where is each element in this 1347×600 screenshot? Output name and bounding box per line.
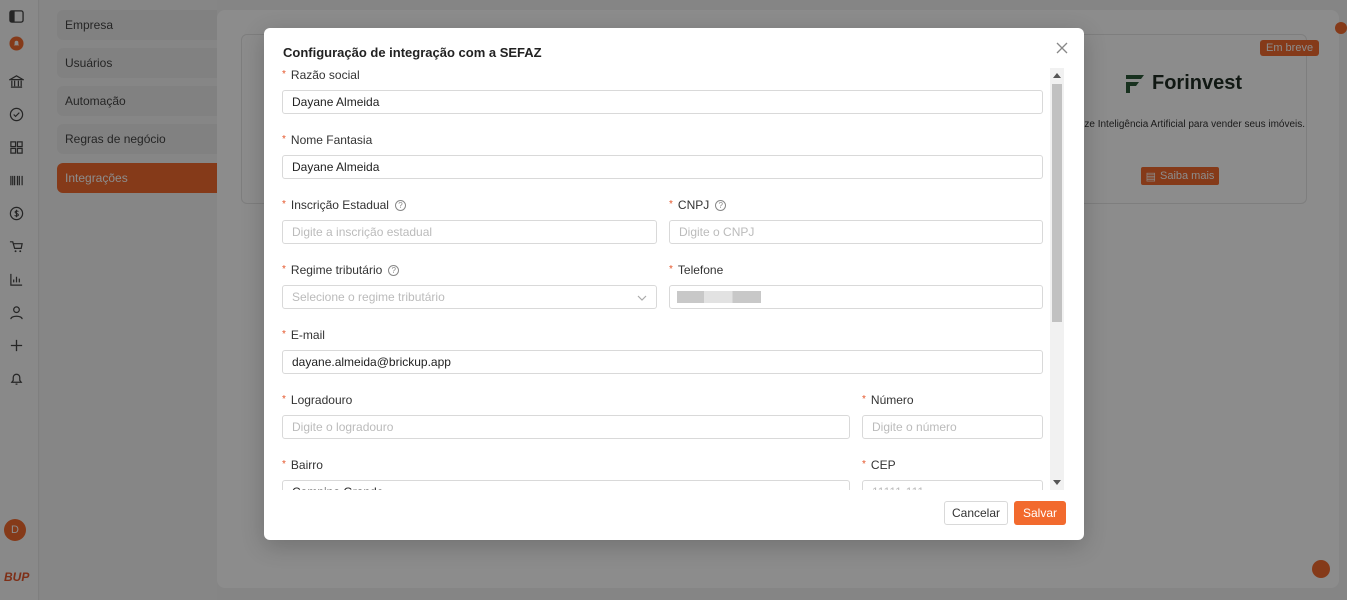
field-telefone: * Telefone bbox=[669, 263, 1043, 309]
field-bairro: * Bairro Campina Grande bbox=[282, 458, 850, 490]
chevron-down-icon bbox=[637, 290, 647, 304]
field-email: * E-mail dayane.almeida@brickup.app bbox=[282, 328, 1043, 374]
nome-fantasia-input[interactable]: Dayane Almeida bbox=[282, 155, 1043, 179]
scroll-up-icon[interactable] bbox=[1053, 73, 1061, 78]
form-scroll-area: * Razão social Dayane Almeida * Nome Fanta… bbox=[282, 68, 1066, 490]
label: Regime tributário bbox=[290, 263, 383, 277]
label: Razão social bbox=[290, 68, 360, 82]
label: Logradouro bbox=[290, 393, 353, 407]
save-button[interactable]: Salvar bbox=[1014, 501, 1066, 525]
scroll-thumb[interactable] bbox=[1052, 84, 1062, 322]
label: Número bbox=[870, 393, 914, 407]
label: Inscrição Estadual bbox=[290, 198, 389, 212]
regime-tributario-select[interactable]: Selecione o regime tributário bbox=[282, 285, 657, 309]
logradouro-input[interactable]: Digite o logradouro bbox=[282, 415, 850, 439]
field-cnpj: * CNPJ? Digite o CNPJ bbox=[669, 198, 1043, 244]
close-icon[interactable] bbox=[1054, 40, 1070, 56]
email-input[interactable]: dayane.almeida@brickup.app bbox=[282, 350, 1043, 374]
label: Nome Fantasia bbox=[290, 133, 373, 147]
telefone-input[interactable] bbox=[669, 285, 1043, 309]
label: CNPJ bbox=[677, 198, 710, 212]
cep-input[interactable]: 11111-111 bbox=[862, 480, 1043, 490]
label: E-mail bbox=[290, 328, 325, 342]
redacted-value bbox=[677, 291, 761, 303]
field-razao-social: * Razão social Dayane Almeida bbox=[282, 68, 1043, 114]
scroll-down-icon[interactable] bbox=[1053, 480, 1061, 485]
field-logradouro: * Logradouro Digite o logradouro bbox=[282, 393, 850, 439]
field-numero: * Número Digite o número bbox=[862, 393, 1043, 439]
label: Telefone bbox=[677, 263, 724, 277]
required-marker: * bbox=[282, 394, 286, 405]
modal-title: Configuração de integração com a SEFAZ bbox=[283, 45, 542, 60]
required-marker: * bbox=[282, 69, 286, 80]
required-marker: * bbox=[669, 199, 673, 210]
label: CEP bbox=[870, 458, 896, 472]
required-marker: * bbox=[282, 264, 286, 275]
help-icon[interactable]: ? bbox=[394, 199, 406, 211]
field-inscricao-estadual: * Inscrição Estadual? Digite a inscrição … bbox=[282, 198, 657, 244]
razao-social-input[interactable]: Dayane Almeida bbox=[282, 90, 1043, 114]
required-marker: * bbox=[282, 459, 286, 470]
label: Bairro bbox=[290, 458, 323, 472]
numero-input[interactable]: Digite o número bbox=[862, 415, 1043, 439]
form-scrollbar[interactable] bbox=[1050, 68, 1064, 490]
sefaz-integration-modal: Configuração de integração com a SEFAZ *… bbox=[264, 28, 1084, 540]
cnpj-input[interactable]: Digite o CNPJ bbox=[669, 220, 1043, 244]
required-marker: * bbox=[282, 199, 286, 210]
required-marker: * bbox=[282, 134, 286, 145]
required-marker: * bbox=[669, 264, 673, 275]
bairro-input[interactable]: Campina Grande bbox=[282, 480, 850, 490]
inscricao-estadual-input[interactable]: Digite a inscrição estadual bbox=[282, 220, 657, 244]
field-cep: * CEP 11111-111 bbox=[862, 458, 1043, 490]
field-nome-fantasia: * Nome Fantasia Dayane Almeida bbox=[282, 133, 1043, 179]
help-icon[interactable]: ? bbox=[715, 199, 727, 211]
field-regime-tributario: * Regime tributário? Selecione o regime t… bbox=[282, 263, 657, 309]
select-placeholder: Selecione o regime tributário bbox=[292, 290, 445, 304]
required-marker: * bbox=[282, 329, 286, 340]
required-marker: * bbox=[862, 394, 866, 405]
cancel-button[interactable]: Cancelar bbox=[944, 501, 1008, 525]
help-icon[interactable]: ? bbox=[388, 264, 400, 276]
required-marker: * bbox=[862, 459, 866, 470]
